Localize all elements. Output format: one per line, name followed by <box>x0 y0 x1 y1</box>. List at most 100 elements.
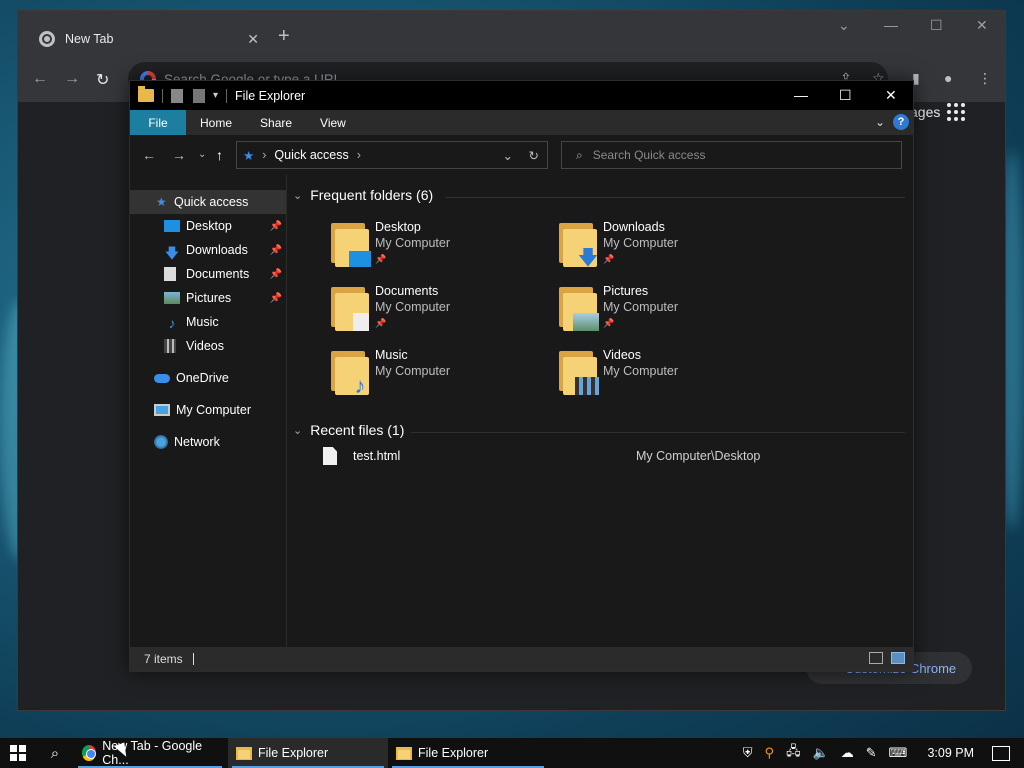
keyboard-icon[interactable]: ⌨ <box>889 745 908 761</box>
folder-tile-desktop[interactable]: Desktop My Computer 📌 <box>329 219 529 277</box>
group-divider <box>445 197 905 198</box>
explorer-forward-button[interactable]: → <box>172 147 186 163</box>
close-tab-icon[interactable]: ✕ <box>247 31 259 48</box>
breadcrumb-chevron-icon[interactable]: › <box>357 148 361 162</box>
ribbon-tab-home[interactable]: Home <box>186 110 246 135</box>
start-button[interactable] <box>0 738 36 768</box>
file-explorer-icon <box>396 746 412 760</box>
pictures-folder-icon <box>557 287 599 331</box>
address-bar[interactable]: ★ › Quick access › ⌄ ↻ <box>236 141 548 169</box>
refresh-icon[interactable]: ↻ <box>529 148 539 163</box>
close-window-button[interactable]: ✕ <box>976 17 988 34</box>
star-icon: ★ <box>156 195 167 209</box>
nav-item-pictures[interactable]: Pictures 📌 <box>130 286 286 310</box>
new-tab-button[interactable]: + <box>278 25 290 48</box>
nav-item-documents[interactable]: Documents 📌 <box>130 262 286 286</box>
help-icon[interactable]: ? <box>893 114 909 130</box>
folder-tile-videos[interactable]: Videos My Computer <box>557 347 757 405</box>
breadcrumb-chevron-icon[interactable]: › <box>262 148 266 162</box>
nav-item-label: Network <box>174 435 220 449</box>
network-tray-icon[interactable]: 🖧 <box>786 742 801 764</box>
nav-item-onedrive[interactable]: OneDrive <box>130 366 286 390</box>
taskbar-app-explorer-2[interactable]: File Explorer <box>388 738 548 768</box>
nav-item-my-computer[interactable]: My Computer <box>130 398 286 422</box>
nav-item-network[interactable]: Network <box>130 430 286 454</box>
explorer-close-button[interactable]: ✕ <box>885 87 897 104</box>
back-button[interactable]: ← <box>32 70 48 88</box>
recent-locations-icon[interactable]: ⌄ <box>198 149 206 160</box>
folder-tile-music[interactable]: ♪ Music My Computer <box>329 347 529 405</box>
forward-button[interactable]: → <box>64 70 80 88</box>
recent-files-header[interactable]: ⌄ Recent files (1) <box>293 422 404 438</box>
address-location[interactable]: Quick access <box>274 148 348 162</box>
folder-tile-downloads[interactable]: 🡇 Downloads My Computer 📌 <box>557 219 757 277</box>
search-input[interactable]: ⌕ Search Quick access <box>561 141 902 169</box>
ribbon-tab-share[interactable]: Share <box>246 110 306 135</box>
properties-icon[interactable] <box>171 88 183 103</box>
pin-icon[interactable]: 📌 <box>270 245 282 256</box>
google-apps-icon[interactable] <box>947 103 965 121</box>
taskbar-app-label: File Explorer <box>418 746 489 760</box>
nav-item-downloads[interactable]: 🡇 Downloads 📌 <box>130 238 286 262</box>
pin-icon[interactable]: 📌 <box>270 221 282 232</box>
collapse-chevron-icon: ⌄ <box>293 189 303 202</box>
taskbar-search-icon[interactable]: ⌕ <box>36 738 74 768</box>
recent-file-location: My Computer\Desktop <box>636 449 761 463</box>
frequent-folders-header[interactable]: ⌄ Frequent folders (6) <box>293 187 433 203</box>
ribbon-tab-file[interactable]: File <box>130 110 186 135</box>
folder-name: Music <box>375 348 408 362</box>
chrome-tab[interactable]: New Tab ✕ <box>29 20 269 58</box>
nav-item-quick-access[interactable]: ★ Quick access <box>130 190 286 214</box>
recent-file-name: test.html <box>353 449 401 463</box>
pin-icon[interactable]: 📌 <box>270 269 282 280</box>
nav-item-label: Documents <box>186 267 250 281</box>
ribbon-tab-view[interactable]: View <box>306 110 360 135</box>
pin-icon[interactable]: 📌 <box>270 293 282 304</box>
customize-toolbar-icon[interactable]: ▾ <box>213 90 218 101</box>
explorer-titlebar: ▾ File Explorer — ☐ ✕ <box>130 81 913 110</box>
minimize-button[interactable]: — <box>884 17 898 33</box>
recent-file-row[interactable]: test.html My Computer\Desktop <box>323 445 823 467</box>
explorer-maximize-button[interactable]: ☐ <box>839 87 852 104</box>
maximize-button[interactable]: ☐ <box>930 17 943 34</box>
recent-files-label: Recent files (1) <box>310 422 405 438</box>
tab-search-icon[interactable]: ⌄ <box>838 17 850 34</box>
expand-ribbon-icon[interactable]: ⌄ <box>875 115 885 129</box>
menu-kebab-icon[interactable]: ⋮ <box>978 70 992 87</box>
nav-item-label: My Computer <box>176 403 252 417</box>
search-tray-icon[interactable]: ⚲ <box>765 745 775 761</box>
new-folder-icon[interactable] <box>193 88 205 103</box>
item-count: 7 items <box>144 652 183 666</box>
chrome-icon <box>82 745 97 761</box>
cloud-off-icon[interactable]: ☁ <box>841 745 854 761</box>
folder-name: Videos <box>603 348 641 362</box>
nav-item-desktop[interactable]: Desktop 📌 <box>130 214 286 238</box>
folder-name: Downloads <box>603 220 665 234</box>
pen-icon[interactable]: ✎ <box>866 745 877 761</box>
quick-access-star-icon: ★ <box>243 148 255 163</box>
taskbar-app-chrome[interactable]: New Tab - Google Ch... <box>74 738 226 768</box>
security-icon[interactable]: ⛨ <box>743 745 753 761</box>
explorer-minimize-button[interactable]: — <box>794 87 808 103</box>
nav-item-music[interactable]: ♪ Music <box>130 310 286 334</box>
large-icons-view-icon[interactable] <box>891 652 905 664</box>
chrome-tab-favicon-icon <box>39 31 55 47</box>
folder-tile-documents[interactable]: Documents My Computer 📌 <box>329 283 529 341</box>
address-dropdown-icon[interactable]: ⌄ <box>503 148 513 163</box>
notification-center-icon[interactable] <box>992 745 1010 761</box>
explorer-back-button[interactable]: ← <box>142 147 156 163</box>
volume-icon[interactable]: 🔈 <box>813 745 829 761</box>
taskbar-clock[interactable]: 3:09 PM <box>927 746 974 760</box>
folder-tile-pictures[interactable]: Pictures My Computer 📌 <box>557 283 757 341</box>
taskbar-app-explorer[interactable]: File Explorer <box>228 738 388 768</box>
reload-button[interactable]: ↻ <box>96 70 109 90</box>
windows-logo-icon <box>10 745 26 761</box>
nav-item-videos[interactable]: Videos <box>130 334 286 358</box>
up-button[interactable]: ↑ <box>216 147 223 163</box>
details-view-icon[interactable] <box>869 652 883 664</box>
explorer-body: ★ Quick access Desktop 📌 🡇 Downloads 📌 D… <box>130 175 913 647</box>
document-icon <box>164 267 176 281</box>
images-link[interactable]: ages <box>910 104 940 120</box>
profile-icon[interactable]: ● <box>944 70 952 86</box>
pin-icon: 📌 <box>603 318 615 328</box>
